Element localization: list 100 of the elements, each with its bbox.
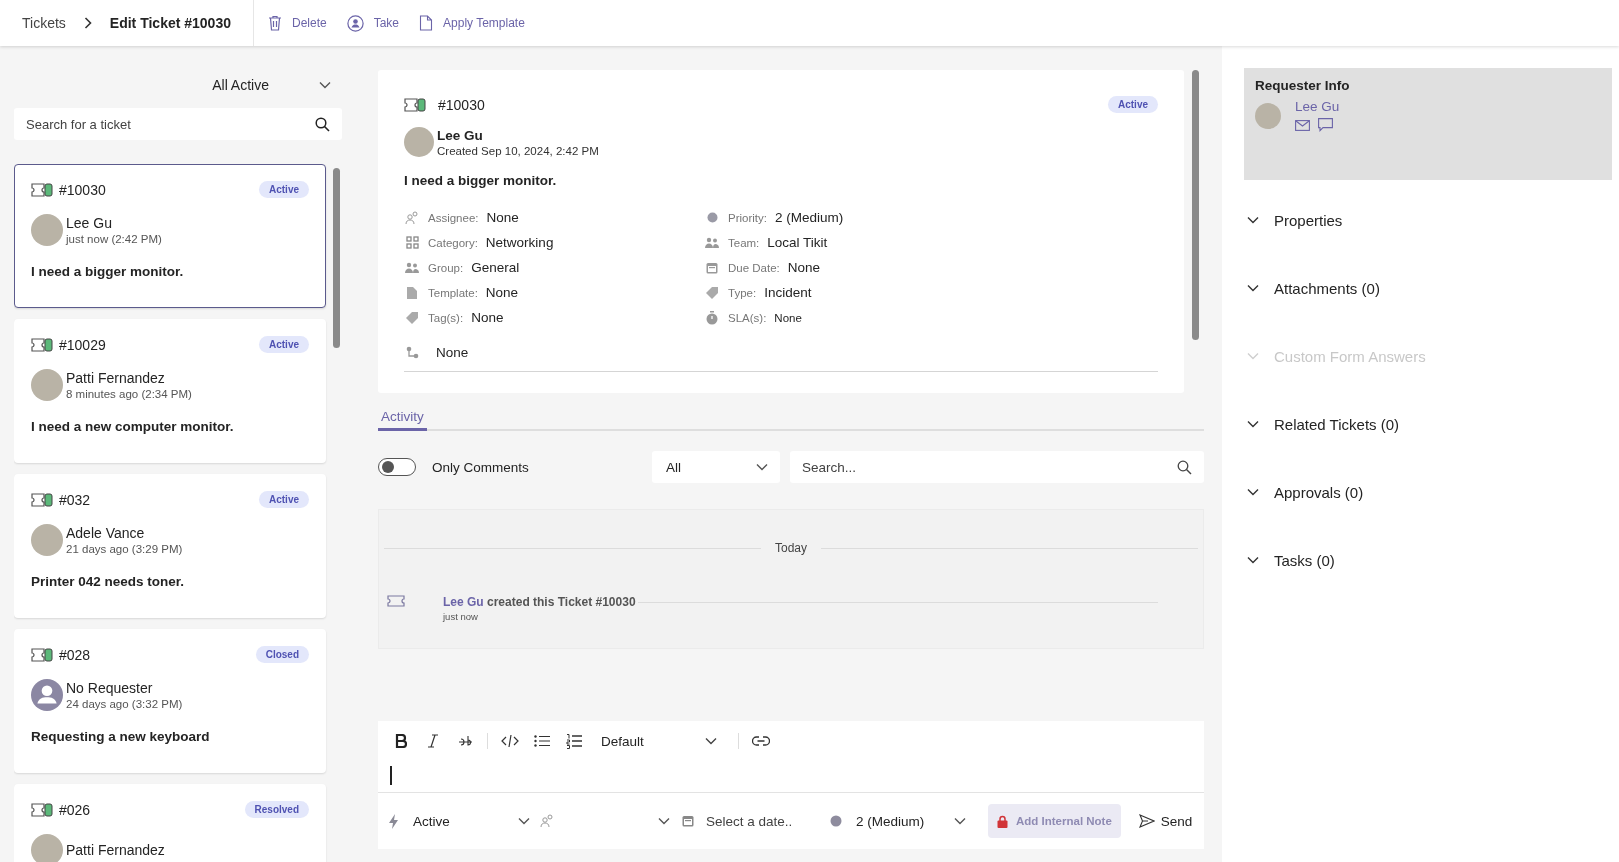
field-label: SLA(s): (728, 311, 767, 324)
ticket-time: just now (2:42 PM) (66, 233, 162, 245)
field-value[interactable]: Local Tikit (767, 235, 828, 250)
ticket-title: I need a bigger monitor. (404, 173, 558, 188)
date-divider-label: Today (775, 541, 807, 555)
ticket-icon (31, 802, 53, 817)
ticket-card[interactable]: #026 Resolved Patti Fernandez (14, 784, 326, 862)
section-header[interactable]: Properties (1244, 208, 1612, 232)
toolbar-button[interactable]: Delete (268, 14, 327, 32)
search-field[interactable]: Search for a ticket (14, 108, 342, 140)
group-icon (705, 236, 719, 249)
field-value[interactable]: None (486, 210, 519, 225)
italic-icon (427, 734, 439, 748)
ticket-number: #10030 (59, 181, 107, 198)
toggle-switch[interactable] (378, 458, 416, 476)
ticket-icon (31, 492, 53, 507)
document-icon (406, 285, 418, 300)
requester-name: Adele Vance (66, 525, 146, 541)
chevron-down-icon (1247, 352, 1259, 360)
field-label: Priority: (728, 211, 767, 224)
strikethrough-icon (457, 734, 473, 748)
text-style-dropdown[interactable]: Default (593, 728, 723, 754)
priority-dropdown[interactable]: 2 (Medium) (830, 805, 966, 837)
field-label: Category: (428, 236, 478, 249)
send-button[interactable]: Send (1138, 813, 1193, 829)
requester-link[interactable]: Lee Gu (1295, 99, 1340, 114)
chevron-down-icon (756, 463, 768, 471)
ticket-time: 24 days ago (3:32 PM) (66, 698, 183, 710)
created-date: Created Sep 10, 2024, 2:42 PM (437, 144, 599, 157)
breadcrumb-link[interactable]: Tickets (22, 15, 66, 31)
people-icon (540, 814, 554, 828)
tag-icon (405, 310, 419, 325)
tab[interactable]: Activity (378, 405, 427, 431)
chevron-down-icon (1247, 216, 1259, 224)
section-header[interactable]: Tasks (0) (1244, 548, 1612, 572)
priority-dot-icon (706, 212, 718, 223)
requester-name: Patti Fernandez (66, 842, 165, 858)
toolbar-button[interactable]: Take (346, 14, 400, 32)
status-badge: Closed (255, 646, 309, 663)
panel-title: Requester Info (1255, 78, 1351, 93)
ticket-card[interactable]: #032 Active Adele Vance 21 days ago (3:29 PM) Printer 042 needs toner. (14, 474, 326, 618)
field-value[interactable]: None (787, 260, 821, 275)
lock-icon (997, 814, 1008, 828)
filter-dropdown[interactable]: All (652, 451, 780, 483)
ticket-title: Printer 042 needs toner. (31, 574, 186, 589)
ticket-icon (387, 595, 405, 607)
document-icon (419, 15, 434, 31)
toolbar-button[interactable]: Apply Template (419, 14, 525, 32)
numbered-list-icon (566, 733, 582, 749)
send-icon (1138, 814, 1155, 828)
status-dropdown[interactable]: Active (388, 805, 530, 837)
workflow-icon (405, 346, 419, 359)
chevron-down-icon (1247, 420, 1259, 428)
field-value[interactable]: None (774, 311, 802, 324)
activity-time: just now (443, 611, 479, 622)
chevron-down-icon (1247, 488, 1259, 496)
field-label: Team: (728, 236, 760, 249)
bullet-list-icon (534, 735, 550, 747)
grid-icon (405, 236, 419, 249)
ticket-card[interactable]: #10030 Active Lee Gu just now (2:42 PM) I need a bigger monitor. (14, 164, 326, 308)
scrollbar[interactable] (333, 168, 340, 348)
field-value[interactable]: General (471, 260, 520, 275)
search-field[interactable]: Search... (790, 451, 1204, 483)
ticket-time: 21 days ago (3:29 PM) (66, 543, 183, 555)
chevron-down-icon (658, 817, 670, 825)
photo-placeholder (1255, 102, 1281, 129)
filter-dropdown[interactable]: All Active (212, 70, 331, 100)
chat-icon[interactable] (1318, 118, 1333, 132)
person-circle-icon (346, 14, 364, 32)
chevron-down-icon (954, 817, 966, 825)
ticket-number: #10029 (59, 336, 107, 353)
scrollbar[interactable] (1192, 70, 1199, 340)
ticket-number: #10030 (438, 96, 486, 113)
status-badge: Active (259, 181, 309, 198)
field-label: Tag(s): (428, 311, 464, 324)
field-value[interactable]: Incident (764, 285, 812, 300)
chevron-down-icon (319, 81, 331, 89)
field-value[interactable]: None (436, 345, 469, 360)
field-label: Due Date: (728, 261, 780, 274)
chevron-down-icon (1247, 284, 1259, 292)
ticket-icon (31, 182, 53, 197)
section-header[interactable]: Approvals (0) (1244, 480, 1612, 504)
chevron-right-icon (83, 17, 92, 29)
priority-dot-icon (830, 815, 842, 827)
status-badge: Active (259, 491, 309, 508)
field-value[interactable]: None (485, 285, 519, 300)
section-header[interactable]: Attachments (0) (1244, 276, 1612, 300)
author-link[interactable]: Lee Gu (443, 595, 484, 609)
field-value[interactable]: None (471, 310, 504, 325)
ticket-card[interactable]: #028 Closed No Requester 24 days ago (3:32 PM) Requesting a new keyboard (14, 629, 326, 773)
mail-icon[interactable] (1295, 119, 1310, 131)
requester-name: No Requester (66, 680, 154, 696)
section-header[interactable]: Related Tickets (0) (1244, 412, 1612, 436)
field-value[interactable]: 2 (Medium) (775, 210, 844, 225)
field-value[interactable]: Networking (485, 235, 554, 250)
date-picker[interactable]: Select a date.. (706, 813, 816, 829)
ticket-card[interactable]: #10029 Active Patti Fernandez 8 minutes ago (2:34 PM) I need a new computer monitor. (14, 319, 326, 463)
ticket-time: 8 minutes ago (2:34 PM) (66, 388, 192, 400)
status-badge: Active (259, 336, 309, 353)
lightning-icon (388, 813, 399, 829)
